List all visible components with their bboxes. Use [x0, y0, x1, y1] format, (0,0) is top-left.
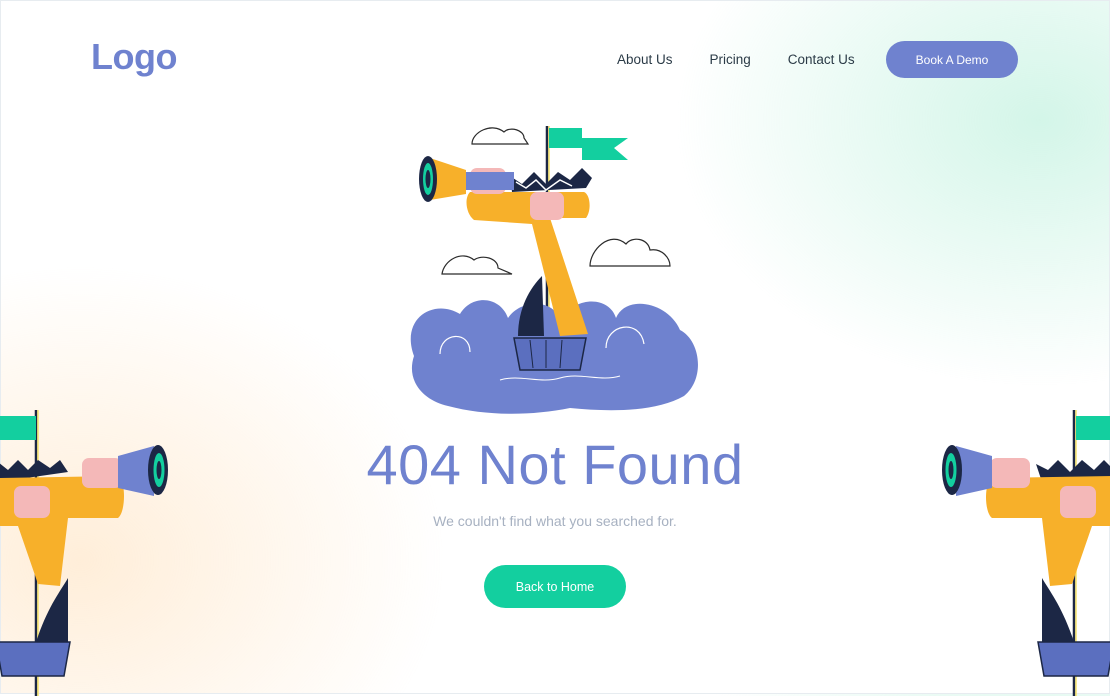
telescope-pirate-illustration [942, 410, 1110, 696]
telescope-pirate-illustration [410, 126, 698, 414]
cloud-icon [589, 238, 671, 267]
nav-pricing[interactable]: Pricing [710, 52, 751, 67]
logo[interactable]: Logo [91, 36, 177, 78]
cloud-icon [441, 255, 513, 275]
flag-icon [1076, 416, 1110, 440]
main-nav: About Us Pricing Contact Us [617, 52, 855, 67]
back-to-home-button[interactable]: Back to Home [484, 565, 626, 608]
cloud-icon [471, 127, 530, 145]
flag-icon [549, 128, 628, 160]
flag-icon [0, 416, 36, 440]
book-demo-button[interactable]: Book A Demo [886, 41, 1018, 78]
telescope-pirate-illustration [0, 410, 168, 696]
nav-contact-us[interactable]: Contact Us [788, 52, 855, 67]
nav-about-us[interactable]: About Us [617, 52, 673, 67]
